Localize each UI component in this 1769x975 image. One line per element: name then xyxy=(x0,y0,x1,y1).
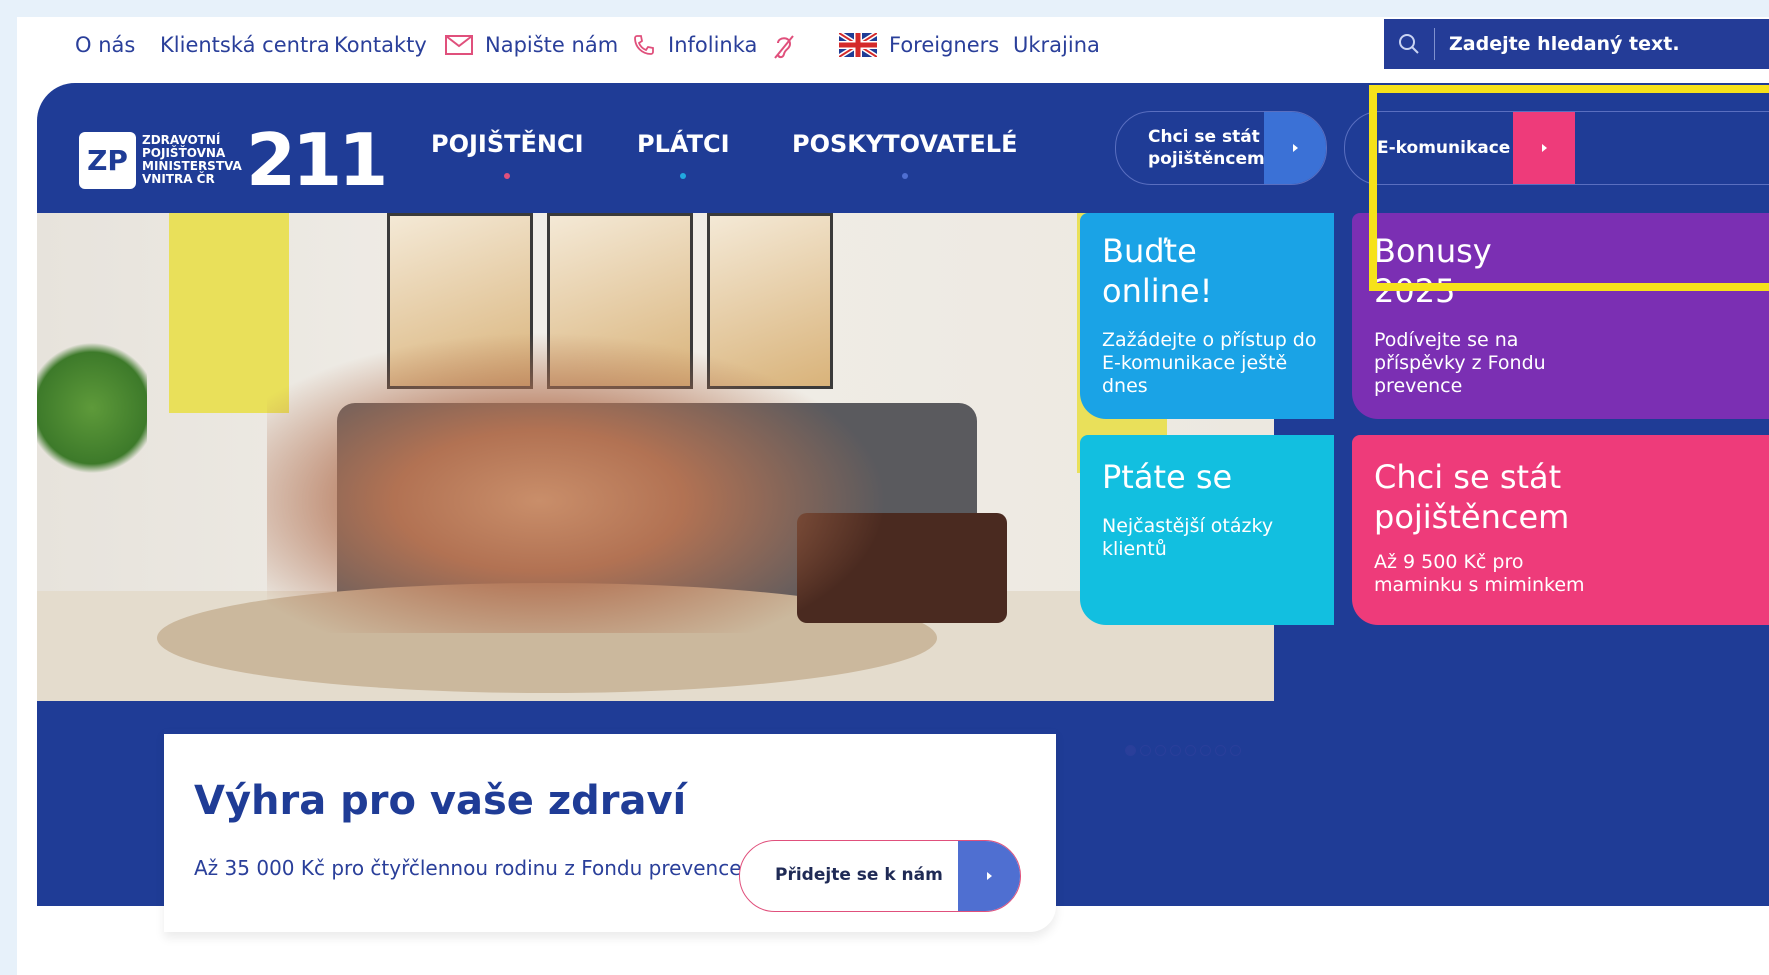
tile-subtitle: Nejčastější otázky klientů xyxy=(1102,515,1274,560)
tile-ptate-se[interactable]: Ptáte se Nejčastější otázky klientů xyxy=(1080,435,1334,625)
hero-title: Výhra pro vaše zdraví xyxy=(194,778,687,824)
logo[interactable]: ZP ZDRAVOTNÍ POJIŠŤOVNA MINISTERSTVA VNI… xyxy=(79,118,388,202)
tile-chci-se-stat[interactable]: Chci se stát pojištěncem Až 9 500 Kč pro… xyxy=(1352,435,1769,625)
nav-pojistenci[interactable]: POJIŠTĚNCI xyxy=(431,130,584,179)
link-label: Klientská centra xyxy=(160,33,330,57)
logo-number: 211 xyxy=(246,118,388,202)
nav-indicator xyxy=(901,173,908,179)
link-label: Napište nám xyxy=(485,33,619,57)
button-label: Přidejte se k nám xyxy=(775,865,943,885)
search-divider xyxy=(1434,28,1435,60)
hero-subtitle: Až 35 000 Kč pro čtyřčlennou rodinu z Fo… xyxy=(194,856,742,880)
search-bar xyxy=(1384,19,1769,69)
link-foreigners[interactable]: Foreigners xyxy=(839,33,999,57)
mail-icon xyxy=(445,35,473,55)
utility-bar: O nás Klientská centra Kontakty Napište … xyxy=(17,17,1417,77)
slider-dot[interactable] xyxy=(1185,745,1196,756)
hero-plant xyxy=(37,333,147,483)
join-us-button[interactable]: Přidejte se k nám xyxy=(739,840,1021,912)
link-hearing[interactable] xyxy=(772,33,796,61)
link-kontakty[interactable]: Kontakty xyxy=(334,33,427,57)
tile-title: Chci se stát pojištěncem xyxy=(1374,458,1570,536)
logo-text: ZDRAVOTNÍ POJIŠŤOVNA MINISTERSTVA VNITRA… xyxy=(142,134,242,186)
link-ukrajina[interactable]: Ukrajina xyxy=(1013,33,1100,57)
hero-caption-card: Výhra pro vaše zdraví Až 35 000 Kč pro č… xyxy=(164,729,1056,932)
logo-mark: ZP xyxy=(79,131,136,189)
page: O nás Klientská centra Kontakty Napište … xyxy=(17,17,1769,975)
tile-budte-online[interactable]: Buďte online! Zažádejte o přístup do E-k… xyxy=(1080,213,1334,419)
become-insured-button[interactable]: Chci se stát pojištěncem xyxy=(1115,111,1327,185)
slider-dots xyxy=(1125,745,1241,756)
hero-family xyxy=(267,303,947,633)
link-napiste-nam[interactable]: Napište nám xyxy=(445,33,618,57)
tile-subtitle: Zažádejte o přístup do E-komunikace ješt… xyxy=(1102,329,1317,397)
search-icon[interactable] xyxy=(1384,33,1434,55)
arrow-right-icon xyxy=(958,841,1020,911)
nav-label: POJIŠTĚNCI xyxy=(431,130,584,158)
slider-dot[interactable] xyxy=(1140,745,1151,756)
slider-dot[interactable] xyxy=(1155,745,1166,756)
link-label: O nás xyxy=(75,33,136,57)
slider-dot[interactable] xyxy=(1125,745,1136,756)
logo-line: VNITRA ČR xyxy=(142,172,215,186)
button-label: Chci se stát pojištěncem xyxy=(1116,126,1265,170)
phone-icon xyxy=(634,35,654,55)
slider-dot[interactable] xyxy=(1200,745,1211,756)
tile-subtitle: Až 9 500 Kč pro maminku s miminkem xyxy=(1374,551,1585,596)
link-o-nas[interactable]: O nás xyxy=(75,33,135,57)
link-label: Kontakty xyxy=(334,33,427,57)
link-label: Infolinka xyxy=(668,33,758,57)
highlight-box xyxy=(1369,85,1769,291)
nav-label: PLÁTCI xyxy=(637,130,730,158)
link-label: Ukrajina xyxy=(1013,33,1100,57)
nav-poskytovatele[interactable]: POSKYTOVATELÉ xyxy=(792,130,1018,179)
uk-flag-icon xyxy=(839,33,877,57)
nav-label: POSKYTOVATELÉ xyxy=(792,130,1018,158)
link-klientska-centra[interactable]: Klientská centra xyxy=(160,33,330,57)
link-label: Foreigners xyxy=(889,33,1000,57)
arrow-right-icon xyxy=(1264,112,1326,184)
slider-dot[interactable] xyxy=(1230,745,1241,756)
nav-platci[interactable]: PLÁTCI xyxy=(637,130,730,179)
link-infolinka[interactable]: Infolinka xyxy=(632,33,757,57)
tile-subtitle: Podívejte se na příspěvky z Fondu preven… xyxy=(1374,329,1546,397)
tile-title: Ptáte se xyxy=(1102,458,1233,496)
slider-dot[interactable] xyxy=(1170,745,1181,756)
tile-title: Buďte online! xyxy=(1102,232,1213,310)
button-label-line: pojištěncem xyxy=(1148,149,1265,169)
ear-icon xyxy=(774,35,794,59)
button-label-line: Chci se stát xyxy=(1148,127,1260,147)
slider-dot[interactable] xyxy=(1215,745,1226,756)
search-input[interactable] xyxy=(1447,32,1751,56)
